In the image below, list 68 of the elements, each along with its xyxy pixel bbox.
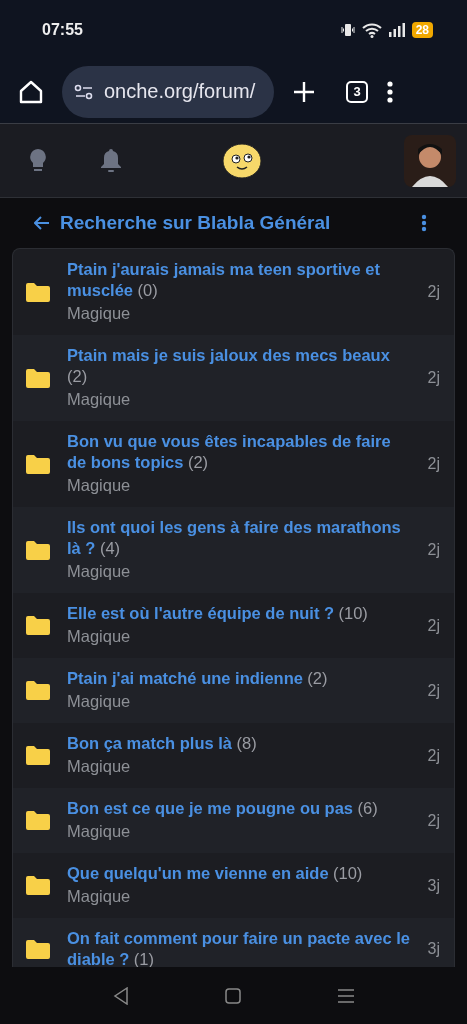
folder-icon — [26, 616, 50, 635]
topic-title[interactable]: Que quelqu'un me vienne en aide (10) — [67, 863, 411, 884]
folder-icon — [26, 811, 50, 830]
topic-row[interactable]: Que quelqu'un me vienne en aide (10) Magique 3j — [13, 853, 454, 918]
folder-icon — [26, 746, 50, 765]
topic-row[interactable]: Ptain mais je suis jaloux des mecs beaux (2) Magique 2j — [13, 335, 454, 421]
topic-age: 3j — [427, 876, 440, 895]
address-bar[interactable]: onche.org/forum/ — [62, 65, 274, 118]
topic-title[interactable]: Ptain j'ai matché une indienne (2) — [67, 668, 411, 689]
wifi-icon — [361, 22, 382, 38]
folder-icon — [26, 939, 50, 959]
topic-title[interactable]: Ils ont quoi les gens à faire des marathons là ? (4) — [67, 517, 411, 559]
topic-age: 2j — [427, 283, 440, 301]
battery-indicator: 28 — [411, 22, 433, 38]
topic-author: Magique — [67, 303, 132, 324]
bell-icon[interactable] — [100, 147, 122, 174]
topic-age: 2j — [427, 681, 440, 700]
back-arrow-icon[interactable] — [34, 216, 50, 230]
topic-age: 2j — [427, 616, 440, 635]
topic-author: Magique — [67, 626, 132, 647]
folder-icon — [26, 540, 50, 560]
folder-icon — [26, 876, 50, 895]
topic-age: 2j — [427, 455, 440, 473]
topic-author: Magique — [67, 691, 132, 712]
topic-age: 3j — [427, 940, 440, 958]
topic-author: Magique — [67, 561, 132, 582]
topic-row[interactable]: Ptain j'aurais jamais ma teen sportive et musclée (0) Magique 2j — [13, 249, 454, 335]
more-icon[interactable] — [421, 214, 427, 232]
url-text: onche.org/forum/ — [104, 80, 256, 103]
menu-icon[interactable] — [336, 987, 355, 1004]
topic-age: 2j — [427, 746, 440, 765]
topic-age: 2j — [427, 369, 440, 387]
topic-age: 2j — [427, 541, 440, 559]
folder-icon — [26, 454, 50, 474]
topic-title[interactable]: Ptain mais je suis jaloux des mecs beaux (2) — [67, 345, 411, 387]
vibrate-icon — [339, 22, 356, 38]
home-icon[interactable] — [18, 78, 44, 105]
folder-icon — [26, 681, 50, 700]
topic-title[interactable]: Bon vu que vous êtes incapables de faire de bons topics (2) — [67, 431, 411, 473]
avatar-icon[interactable] — [404, 134, 456, 187]
topic-age: 2j — [427, 811, 440, 830]
status-time: 07:55 — [42, 21, 83, 39]
topic-title[interactable]: Bon est ce que je me pougne ou pas (6) — [67, 798, 411, 819]
folder-icon — [26, 368, 50, 388]
topic-author: Magique — [67, 389, 132, 410]
site-settings-icon[interactable] — [74, 83, 94, 100]
more-icon[interactable] — [386, 79, 394, 104]
folder-icon — [26, 282, 50, 302]
topic-author: Magique — [67, 821, 132, 842]
lightbulb-icon[interactable] — [28, 147, 48, 174]
signal-icon — [387, 22, 406, 38]
topic-title[interactable]: Elle est où l'autre équipe de nuit ? (10) — [67, 603, 411, 624]
smiley-logo-icon[interactable] — [222, 142, 262, 179]
page-title: Recherche sur Blabla Général — [60, 212, 331, 234]
topic-author: Magique — [67, 886, 132, 907]
topic-author: Magique — [67, 756, 132, 777]
topic-row[interactable]: Elle est où l'autre équipe de nuit ? (10) Magique 2j — [13, 593, 454, 658]
topic-title[interactable]: Bon ça match plus là (8) — [67, 733, 411, 754]
topic-row[interactable]: Ils ont quoi les gens à faire des marathons là ? (4) Magique 2j — [13, 507, 454, 593]
topic-author: Magique — [67, 475, 132, 496]
topic-row[interactable]: Ptain j'ai matché une indienne (2) Magique 2j — [13, 658, 454, 723]
tab-count-button[interactable]: 3 — [346, 80, 368, 103]
plus-icon[interactable] — [292, 79, 316, 104]
topic-title[interactable]: Ptain j'aurais jamais ma teen sportive et musclée (0) — [67, 259, 411, 301]
topic-row[interactable]: Bon vu que vous êtes incapables de faire de bons topics (2) Magique 2j — [13, 421, 454, 507]
back-icon[interactable] — [112, 986, 129, 1005]
topic-row[interactable]: Bon ça match plus là (8) Magique 2j — [13, 723, 454, 788]
topic-row[interactable]: Bon est ce que je me pougne ou pas (6) Magique 2j — [13, 788, 454, 853]
